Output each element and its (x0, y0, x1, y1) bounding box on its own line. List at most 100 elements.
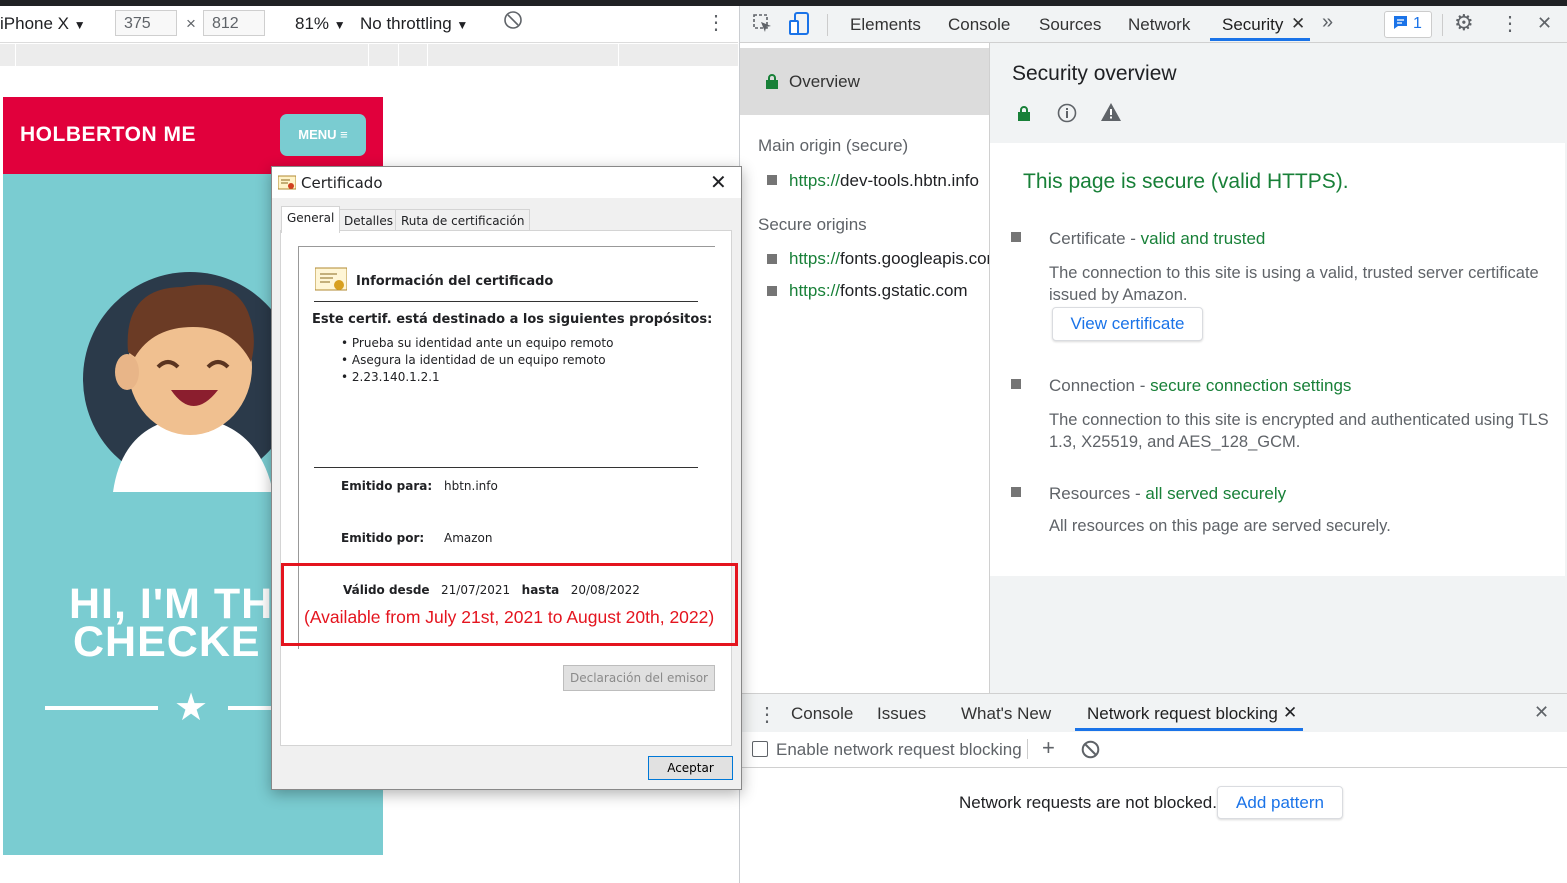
close-drawer-icon[interactable]: ✕ (1534, 702, 1549, 723)
issued-by-value: Amazon (444, 531, 493, 545)
section-bullet (1011, 232, 1021, 242)
secure-origins-heading: Secure origins (758, 215, 867, 234)
separator (1027, 739, 1028, 759)
section-bullet (1011, 487, 1021, 497)
sidebar-item-overview[interactable]: Overview (740, 48, 989, 115)
width-input[interactable]: 375 (115, 10, 177, 36)
close-tab-icon[interactable]: ✕ (1291, 14, 1305, 34)
drawer-tab-network-request-blocking[interactable]: Network request blocking (1087, 704, 1278, 724)
more-options-icon[interactable]: ⋮ (706, 10, 726, 35)
star-icon: ★ (174, 687, 209, 729)
separator (314, 301, 698, 302)
lock-icon (1018, 106, 1030, 126)
active-tab-indicator (1210, 38, 1310, 41)
drawer-tab-issues[interactable]: Issues (877, 704, 926, 724)
connection-label: Connection - (1049, 376, 1151, 395)
general-tab-panel: Información del certificado Este certif.… (280, 230, 732, 746)
ok-button[interactable]: Aceptar (648, 756, 733, 780)
tab-security[interactable]: Security (1222, 15, 1283, 35)
info-heading: Información del certificado (356, 274, 554, 289)
drawer-menu-icon[interactable]: ⋮ (757, 702, 777, 727)
dimension-separator: × (186, 14, 196, 33)
separator (1442, 14, 1443, 36)
purpose-item: • Prueba su identidad ante un equipo rem… (341, 336, 614, 350)
annotation-box (281, 563, 738, 646)
enable-blocking-label: Enable network request blocking (776, 740, 1022, 759)
view-certificate-button[interactable]: View certificate (1052, 307, 1203, 341)
security-sidebar: Overview Main origin (secure) https://de… (740, 43, 990, 693)
certificate-icon (314, 266, 348, 298)
origin-host: dev-tools.hbtn.info (840, 171, 979, 190)
add-pattern-button[interactable]: Add pattern (1217, 786, 1343, 819)
inspect-element-icon[interactable] (752, 13, 774, 40)
secure-message: This page is secure (valid HTTPS). (1023, 170, 1349, 193)
ruler-segment[interactable] (368, 44, 369, 66)
origin-bullet (767, 254, 777, 264)
height-input[interactable]: 812 (203, 10, 265, 36)
menu-label: MENU (298, 127, 337, 142)
drawer-tab-whats-new[interactable]: What's New (961, 704, 1051, 724)
menu-button[interactable]: MENU ≡ (280, 114, 366, 156)
drawer-tabbar: ⋮ Console Issues What's New Network requ… (740, 693, 1567, 733)
message-icon (1393, 15, 1408, 35)
origin-bullet (767, 175, 777, 185)
issued-to-value: hbtn.info (444, 479, 498, 493)
resources-label: Resources - (1049, 484, 1146, 503)
connection-description: The connection to this site is encrypted… (1049, 411, 1549, 451)
main-origin-heading: Main origin (secure) (758, 136, 909, 155)
purpose-item: • 2.23.140.1.2.1 (341, 370, 440, 384)
origin-scheme: https:// (789, 171, 841, 190)
more-options-icon[interactable]: ⋮ (1500, 11, 1520, 36)
ruler-segment[interactable] (427, 44, 428, 66)
not-blocked-message: Network requests are not blocked. (959, 793, 1217, 812)
block-icon[interactable] (1081, 740, 1100, 764)
rotate-icon[interactable] (503, 10, 523, 35)
zoom-select[interactable]: 81% ▼ (295, 14, 346, 34)
close-devtools-icon[interactable]: ✕ (1537, 13, 1552, 34)
ruler-segment[interactable] (618, 44, 619, 66)
site-brand[interactable]: HOLBERTON ME (20, 123, 196, 147)
zoom-value: 81% (295, 14, 330, 33)
devtools-tabbar: Elements Console Sources Network Securit… (740, 6, 1567, 43)
device-select[interactable]: iPhone X ▼ (0, 14, 86, 34)
purposes-heading: Este certif. está destinado a los siguie… (312, 312, 713, 327)
lock-icon (766, 74, 778, 94)
main-origin-link[interactable]: https://dev-tools.hbtn.info (789, 171, 979, 191)
throttling-select[interactable]: No throttling ▼ (360, 14, 468, 34)
issues-badge[interactable]: 1 (1384, 11, 1432, 38)
secure-origin-link[interactable]: https://fonts.googleapis.com (789, 249, 989, 269)
section-bullet (1011, 379, 1021, 389)
resources-description: All resources on this page are served se… (1049, 517, 1391, 535)
gear-icon[interactable]: ⚙ (1454, 10, 1474, 36)
tab-console[interactable]: Console (948, 15, 1010, 35)
tab-general[interactable]: General (281, 206, 341, 233)
device-toggle-icon[interactable] (788, 11, 812, 42)
secure-origin-link[interactable]: https://fonts.gstatic.com (789, 281, 968, 301)
close-tab-icon[interactable]: ✕ (1283, 703, 1297, 723)
enable-blocking-checkbox[interactable] (752, 741, 768, 757)
connection-heading: Connection - secure connection settings (1049, 376, 1351, 396)
dialog-title: Certificado (301, 174, 383, 192)
issues-count: 1 (1413, 15, 1422, 32)
resources-status: all served securely (1145, 484, 1287, 503)
tab-sources[interactable]: Sources (1039, 15, 1101, 35)
drawer-tab-console[interactable]: Console (791, 704, 853, 724)
ruler-segment[interactable] (15, 44, 16, 66)
certificate-description: The connection to this site is using a v… (1049, 264, 1539, 304)
ruler-segment[interactable] (398, 44, 399, 66)
overview-header: Security overview (990, 43, 1565, 143)
issuer-statement-button[interactable]: Declaración del emisor (563, 665, 715, 691)
certificate-label: Certificate - (1049, 229, 1141, 248)
device-name: iPhone X (0, 14, 69, 33)
hamburger-icon: ≡ (340, 127, 348, 142)
divider-line (45, 706, 158, 710)
close-icon[interactable]: ✕ (710, 170, 727, 194)
more-tabs-icon[interactable]: » (1322, 11, 1333, 34)
certificate-heading: Certificate - valid and trusted (1049, 229, 1265, 249)
info-icon (1057, 103, 1077, 128)
tab-elements[interactable]: Elements (850, 15, 921, 35)
chevron-down-icon: ▼ (73, 18, 86, 32)
add-icon[interactable]: + (1042, 735, 1055, 761)
request-blocking-body: Network requests are not blocked. Add pa… (740, 768, 1567, 883)
tab-network[interactable]: Network (1128, 15, 1190, 35)
